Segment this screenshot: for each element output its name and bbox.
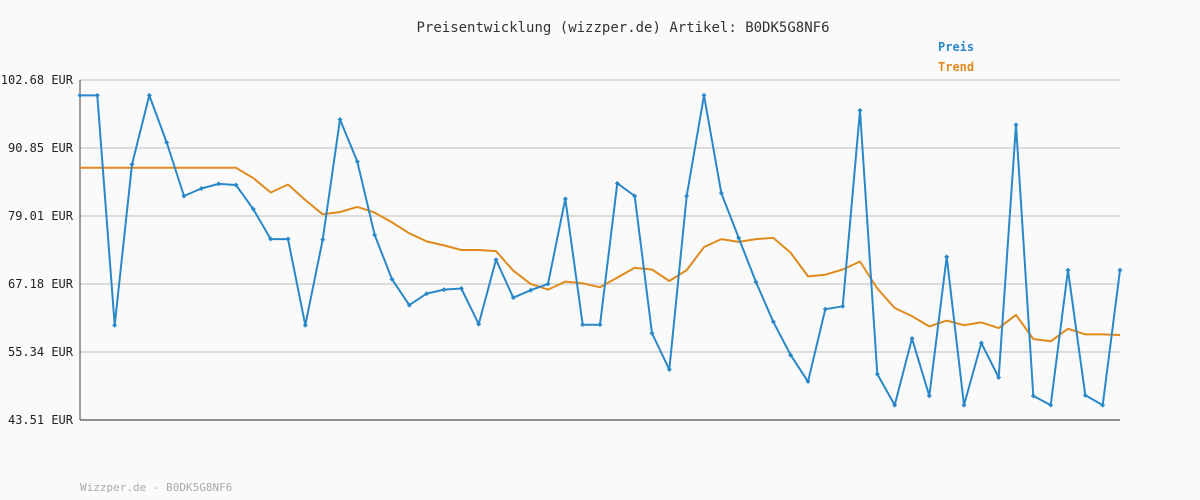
grid-lines	[80, 79, 1120, 421]
legend-preis: Preis	[938, 40, 974, 54]
y-tick-label: 102.68 EUR	[1, 73, 74, 87]
price-point	[94, 92, 100, 98]
price-point	[580, 322, 586, 328]
price-point	[146, 92, 152, 98]
price-point	[684, 193, 690, 199]
series-line-trend	[80, 166, 1121, 343]
price-point	[944, 254, 950, 260]
price-point	[545, 281, 551, 287]
series-line-preis	[80, 94, 1121, 407]
price-point	[597, 322, 603, 328]
price-point	[320, 237, 326, 243]
price-point	[701, 92, 707, 98]
price-point	[961, 402, 967, 408]
price-point	[857, 107, 863, 113]
chart-title: Preisentwicklung (wizzper.de) Artikel: B…	[416, 20, 829, 36]
price-point	[562, 196, 568, 202]
y-tick-label: 43.51 EUR	[8, 413, 74, 427]
price-point	[822, 306, 828, 312]
price-point	[909, 335, 915, 341]
price-point	[840, 303, 846, 309]
price-point	[302, 322, 308, 328]
price-point	[77, 92, 83, 98]
price-point	[216, 181, 222, 187]
price-point	[129, 161, 135, 167]
price-point	[1013, 122, 1019, 128]
price-point	[1117, 267, 1123, 273]
price-point	[718, 190, 724, 196]
footer-text: Wizzper.de - B0DK5G8NF6	[80, 481, 232, 494]
price-point	[441, 287, 447, 293]
y-tick-label: 79.01 EUR	[8, 209, 74, 223]
y-tick-label: 67.18 EUR	[8, 277, 74, 291]
series-trend	[80, 166, 1121, 343]
price-chart: Preisentwicklung (wizzper.de) Artikel: B…	[1, 20, 1123, 494]
price-point	[285, 236, 291, 242]
price-point	[926, 393, 932, 399]
y-tick-label: 55.34 EUR	[8, 345, 74, 359]
series-layer	[77, 92, 1123, 408]
legend-trend: Trend	[938, 60, 974, 74]
series-preis	[77, 92, 1123, 408]
y-axis-ticks: 102.68 EUR 90.85 EUR 79.01 EUR 67.18 EUR 55.…	[1, 73, 74, 427]
price-point	[164, 140, 170, 146]
y-tick-label: 90.85 EUR	[8, 141, 74, 155]
price-point	[112, 322, 118, 328]
price-point	[1065, 267, 1071, 273]
